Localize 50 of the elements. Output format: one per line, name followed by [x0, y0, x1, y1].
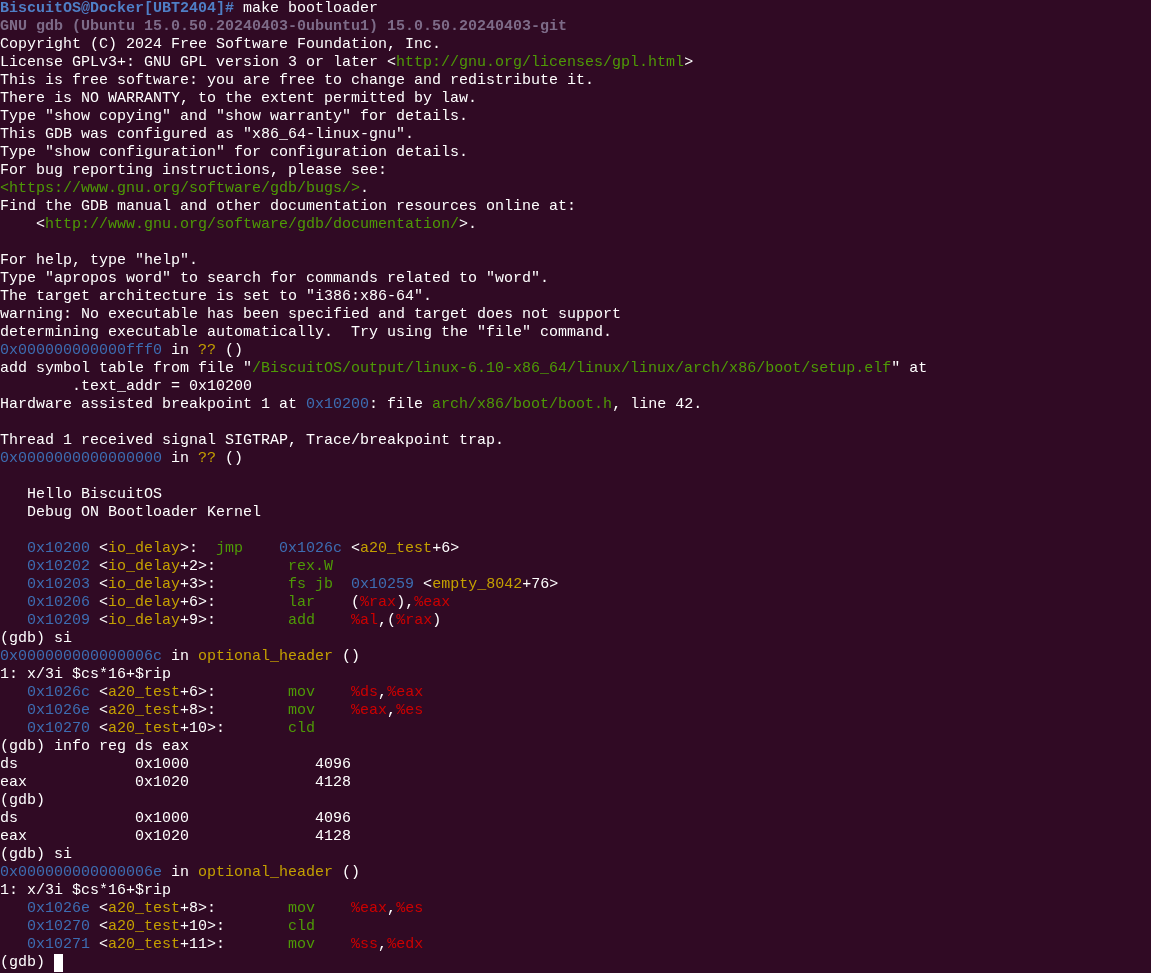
terminal-line: The target architecture is set to "i386:x86-64". — [0, 288, 433, 306]
terminal-line: 0x10202 <io_delay+2>: rex.W — [27, 558, 334, 576]
terminal-line: warning: No executable has been specified and target does not support — [0, 306, 622, 324]
terminal-line: 1: x/3i $cs*16+$rip — [0, 666, 172, 684]
terminal-line: (gdb) info reg ds eax — [0, 738, 190, 756]
terminal-line: <http://www.gnu.org/software/gdb/documentation/>. — [35, 216, 478, 234]
terminal-line: 0x10203 <io_delay+3>: fs jb 0x10259 <empty_8042+76> — [27, 576, 559, 594]
terminal-line: Type "show configuration" for configuration details. — [0, 144, 469, 162]
terminal-line: 0x1026e <a20_test+8>: mov %eax,%es — [27, 702, 424, 720]
terminal-line: Thread 1 received signal SIGTRAP, Trace/breakpoint trap. — [0, 432, 505, 450]
terminal-line: This GDB was configured as "x86_64-linux-gnu". — [0, 126, 415, 144]
terminal-line: Copyright (C) 2024 Free Software Foundation, Inc. — [0, 36, 442, 54]
terminal-line: (gdb) — [0, 792, 45, 810]
terminal-line: Hello BiscuitOS — [27, 486, 163, 504]
terminal-line: 0x000000000000006c in optional_header () — [0, 648, 361, 666]
terminal-line: .text_addr = 0x10200 — [71, 378, 253, 396]
terminal-line: determining executable automatically. Try using the "file" command. — [0, 324, 613, 342]
terminal-line: 0x1026c <a20_test+6>: mov %ds,%eax — [27, 684, 424, 702]
terminal-line: ds 0x1000 4096 — [0, 756, 352, 774]
terminal-line: Type "show copying" and "show warranty" for details. — [0, 108, 469, 126]
terminal-line: <https://www.gnu.org/software/gdb/bugs/>. — [0, 180, 370, 198]
terminal-line: 0x0000000000000000 in ?? () — [0, 450, 244, 468]
terminal-line: Find the GDB manual and other documentation resources online at: — [0, 198, 577, 216]
terminal-line: eax 0x1020 4128 — [0, 774, 352, 792]
terminal-line: 0x10270 <a20_test+10>: cld — [27, 918, 316, 936]
terminal-line: 0x000000000000fff0 in ?? () — [0, 342, 244, 360]
terminal-line: 0x10271 <a20_test+11>: mov %ss,%edx — [27, 936, 424, 954]
terminal-line: Hardware assisted breakpoint 1 at 0x10200: file arch/x86/boot/boot.h, line 42. — [0, 396, 703, 414]
terminal-line: For help, type "help". — [0, 252, 199, 270]
terminal-line: 0x1026e <a20_test+8>: mov %eax,%es — [27, 900, 424, 918]
terminal-line: 1: x/3i $cs*16+$rip — [0, 882, 172, 900]
terminal-line: ds 0x1000 4096 — [0, 810, 352, 828]
terminal-line: This is free software: you are free to change and redistribute it. — [0, 72, 595, 90]
terminal-line: (gdb) si — [0, 630, 72, 648]
terminal-line: There is NO WARRANTY, to the extent permitted by law. — [0, 90, 478, 108]
terminal-line: add symbol table from file "/BiscuitOS/output/linux-6.10-x86_64/linux/linux/arch/x86/boot/setup.elf" at — [0, 360, 928, 378]
terminal-line: Type "apropos word" to search for commands related to "word". — [0, 270, 550, 288]
terminal-line: 0x10200 <io_delay>: jmp 0x1026c <a20_test+6> — [27, 540, 460, 558]
terminal-line: (gdb) si — [0, 846, 72, 864]
terminal-line: Debug ON Bootloader Kernel — [27, 504, 262, 522]
terminal-line: 0x10270 <a20_test+10>: cld — [27, 720, 316, 738]
terminal-line: License GPLv3+: GNU GPL version 3 or later <http://gnu.org/licenses/gpl.html> — [0, 54, 694, 72]
terminal-line: BiscuitOS@Docker[UBT2404]# make bootloader — [0, 0, 379, 18]
terminal-line: (gdb) — [0, 954, 45, 972]
terminal-line: GNU gdb (Ubuntu 15.0.50.20240403-0ubuntu1) 15.0.50.20240403-git — [0, 18, 568, 36]
terminal-line: 0x10206 <io_delay+6>: lar (%rax),%eax — [27, 594, 451, 612]
terminal-line: eax 0x1020 4128 — [0, 828, 352, 846]
terminal-line: 0x000000000000006e in optional_header () — [0, 864, 361, 882]
terminal-line: For bug reporting instructions, please see: — [0, 162, 388, 180]
terminal-line: 0x10209 <io_delay+9>: add %al,(%rax) — [27, 612, 442, 630]
